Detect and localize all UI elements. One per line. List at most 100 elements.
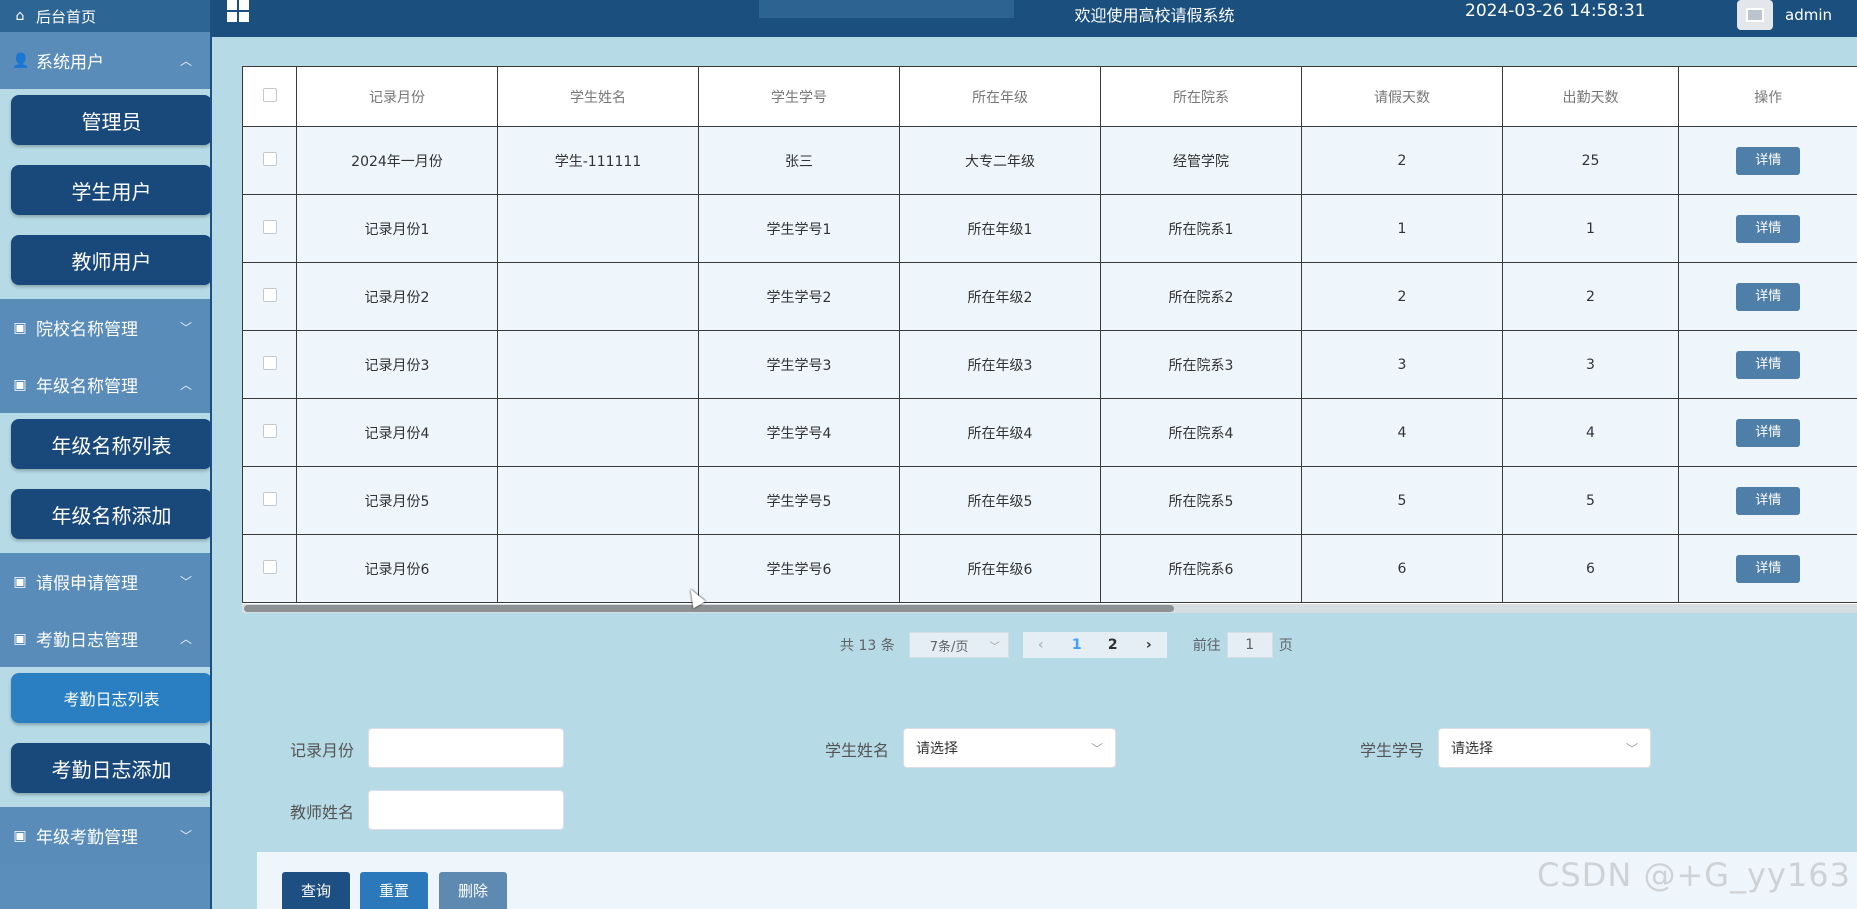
horizontal-scrollbar[interactable] [242,604,1857,613]
delete-button[interactable]: 删除 [439,872,507,909]
row-checkbox[interactable] [262,355,277,370]
prev-page-button[interactable]: ‹ [1022,632,1059,658]
scrollbar-thumb[interactable] [244,605,1174,612]
sidebar-group-label: 考勤日志管理 [36,631,138,651]
detail-button[interactable]: 详情 [1736,418,1801,447]
sidebar-group-grade-names[interactable]: ▣ 年级名称管理 ︿ [0,356,210,413]
table-cell: 张三 [698,126,900,195]
student-no-select[interactable]: 请选择 ﹀ [1438,728,1651,768]
row-checkbox[interactable] [262,559,277,574]
data-table: 记录月份 学生姓名 学生学号 所在年级 所在院系 请假天数 出勤天数 操作 20… [242,66,1857,606]
topbar: 欢迎使用高校请假系统 2024-03-26 14:58:31 admin [212,0,1857,37]
row-select-cell[interactable] [242,534,297,603]
reset-button[interactable]: 重置 [360,872,428,909]
detail-button[interactable]: 详情 [1736,486,1801,515]
goto-suffix: 页 [1278,638,1293,654]
sidebar-home[interactable]: ⌂ 后台首页 [0,0,210,32]
username[interactable]: admin [1785,6,1832,24]
sidebar-group-label: 请假申请管理 [36,574,138,594]
chevron-left-icon: ‹ [1037,637,1044,653]
table-cell: 所在年级6 [899,534,1101,603]
page-size-select[interactable]: 7条/页 ﹀ [908,632,1009,658]
table-cell [497,398,699,467]
page-button-2[interactable]: 2 [1094,632,1131,658]
column-header[interactable]: 所在年级 [899,66,1101,127]
chevron-up-icon: ︿ [179,378,192,392]
folder-icon: ▣ [13,319,27,336]
sidebar-group-school-names[interactable]: ▣ 院校名称管理 ﹀ [0,299,210,356]
sidebar-group-leave-requests[interactable]: ▣ 请假申请管理 ﹀ [0,553,210,610]
detail-button[interactable]: 详情 [1736,350,1801,379]
row-checkbox[interactable] [262,287,277,302]
goto-page-input[interactable]: 1 [1226,632,1273,658]
sidebar-item-admin[interactable]: 管理员 [11,95,210,145]
sidebar-group-system-users[interactable]: 👤 系统用户 ︿ [0,32,210,89]
user-icon: 👤 [12,52,30,69]
chevron-down-icon: ﹀ [989,641,1000,653]
page-button-1[interactable]: 1 [1058,632,1095,658]
avatar[interactable] [1737,0,1773,30]
detail-button[interactable]: 详情 [1736,282,1801,311]
row-checkbox[interactable] [262,491,277,506]
table-cell: 学生学号1 [698,194,900,263]
table-cell: 1 [1502,194,1679,263]
student-name-label: 学生姓名 [825,741,890,760]
sidebar-item-attendance-list[interactable]: 考勤日志列表 [11,673,210,723]
table-cell: 所在院系4 [1100,398,1302,467]
table-cell: 2 [1301,126,1503,195]
chevron-down-icon: ﹀ [179,575,192,589]
row-checkbox[interactable] [262,219,277,234]
sidebar-item-student-users[interactable]: 学生用户 [11,165,210,215]
student-name-select[interactable]: 请选择 ﹀ [903,728,1116,768]
detail-button[interactable]: 详情 [1736,554,1801,583]
actions-cell: 详情 [1678,466,1857,535]
select-all-checkbox[interactable] [262,87,277,102]
record-month-label: 记录月份 [290,741,355,760]
detail-button[interactable]: 详情 [1736,146,1801,175]
detail-button[interactable]: 详情 [1736,214,1801,243]
table-cell: 所在院系3 [1100,330,1302,399]
row-checkbox[interactable] [262,151,277,166]
query-button[interactable]: 查询 [282,872,350,909]
table-row: 记录月份2 学生学号2 所在年级2 所在院系2 2 2 详情 [242,262,1857,331]
table-cell: 25 [1502,126,1679,195]
chevron-up-icon: ︿ [179,54,192,68]
teacher-name-input[interactable] [368,790,564,830]
watermark: CSDN @+G_yy163 [1537,856,1851,894]
column-header[interactable]: 请假天数 [1301,66,1503,127]
sidebar-item-teacher-users[interactable]: 教师用户 [11,235,210,285]
column-header[interactable]: 记录月份 [296,66,498,127]
row-select-cell[interactable] [242,194,297,263]
row-select-cell[interactable] [242,466,297,535]
sidebar-group-grade-attendance[interactable]: ▣ 年级考勤管理 ﹀ [0,807,210,864]
record-month-input[interactable] [368,728,564,768]
column-header[interactable]: 出勤天数 [1502,66,1679,127]
chevron-right-icon: › [1145,637,1152,653]
table-cell: 所在院系5 [1100,466,1302,535]
sidebar-item-grade-add[interactable]: 年级名称添加 [11,489,210,539]
sidebar-group-attendance-logs[interactable]: ▣ 考勤日志管理 ︿ [0,610,210,667]
column-header[interactable]: 学生姓名 [497,66,699,127]
table-row: 2024年一月份 学生-111111 张三 大专二年级 经管学院 2 25 详情 [242,126,1857,195]
folder-icon: ▣ [13,573,27,590]
next-page-button[interactable]: › [1130,632,1167,658]
sidebar-group-label: 年级考勤管理 [36,828,138,848]
row-select-cell[interactable] [242,398,297,467]
table-cell: 所在年级2 [899,262,1101,331]
column-header[interactable]: 所在院系 [1100,66,1302,127]
row-checkbox[interactable] [262,423,277,438]
column-header[interactable]: 学生学号 [698,66,900,127]
row-select-cell[interactable] [242,262,297,331]
sidebar-item-grade-list[interactable]: 年级名称列表 [11,419,210,469]
chevron-up-icon: ︿ [179,632,192,646]
datetime: 2024-03-26 14:58:31 [1465,1,1646,21]
sidebar-item-attendance-add[interactable]: 考勤日志添加 [11,743,210,793]
table-cell: 所在院系6 [1100,534,1302,603]
table-cell: 学生学号5 [698,466,900,535]
row-select-cell[interactable] [242,126,297,195]
row-select-cell[interactable] [242,330,297,399]
chevron-down-icon: ﹀ [1625,741,1638,756]
page-size-value: 7条/页 [929,639,969,655]
select-all-cell[interactable] [242,66,297,127]
table-cell: 所在年级4 [899,398,1101,467]
